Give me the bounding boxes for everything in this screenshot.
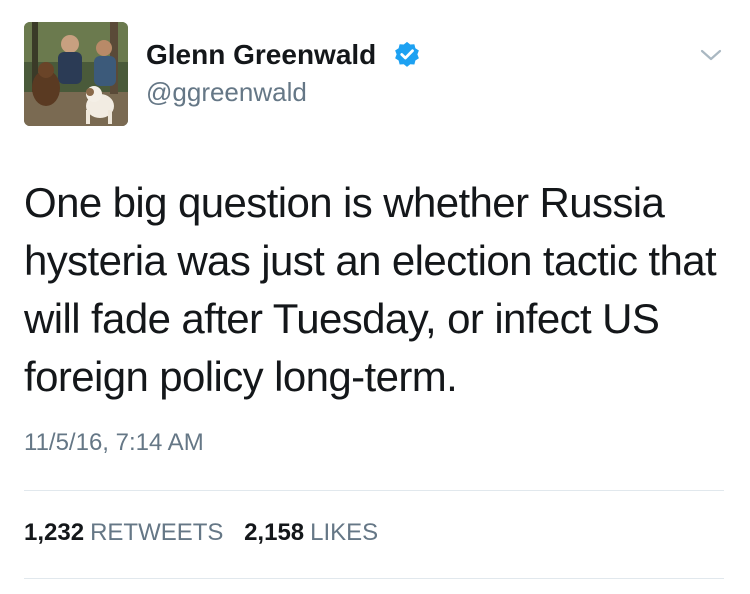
- likes-stat[interactable]: 2,158 LIKES: [244, 518, 378, 548]
- retweets-count: 1,232: [24, 519, 85, 546]
- avatar[interactable]: [24, 22, 128, 126]
- tweet-card: Glenn Greenwald @ggreenwald One big ques…: [0, 0, 750, 594]
- divider: [24, 490, 724, 491]
- likes-label: LIKES: [310, 519, 379, 546]
- retweets-stat[interactable]: 1,232 RETWEETS: [24, 518, 223, 548]
- divider: [24, 578, 724, 579]
- display-name[interactable]: Glenn Greenwald: [146, 38, 376, 72]
- user-handle[interactable]: @ggreenwald: [146, 76, 307, 108]
- avatar-image: [24, 22, 128, 126]
- tweet-text-line: hysteria was just an election tactic tha…: [24, 237, 717, 284]
- verified-badge-icon: [395, 41, 419, 67]
- likes-count: 2,158: [244, 519, 305, 546]
- chevron-down-icon[interactable]: [698, 44, 724, 66]
- tweet-text-line: foreign policy long-term.: [24, 353, 458, 400]
- tweet-text-line: will fade after Tuesday, or infect US: [24, 295, 660, 342]
- retweets-label: RETWEETS: [90, 519, 224, 546]
- tweet-timestamp[interactable]: 11/5/16, 7:14 AM: [24, 428, 204, 458]
- tweet-stats: 1,232 RETWEETS 2,158 LIKES: [24, 518, 392, 548]
- tweet-text-line: One big question is whether Russia: [24, 179, 665, 226]
- tweet-text: One big question is whether Russia hyste…: [24, 174, 724, 406]
